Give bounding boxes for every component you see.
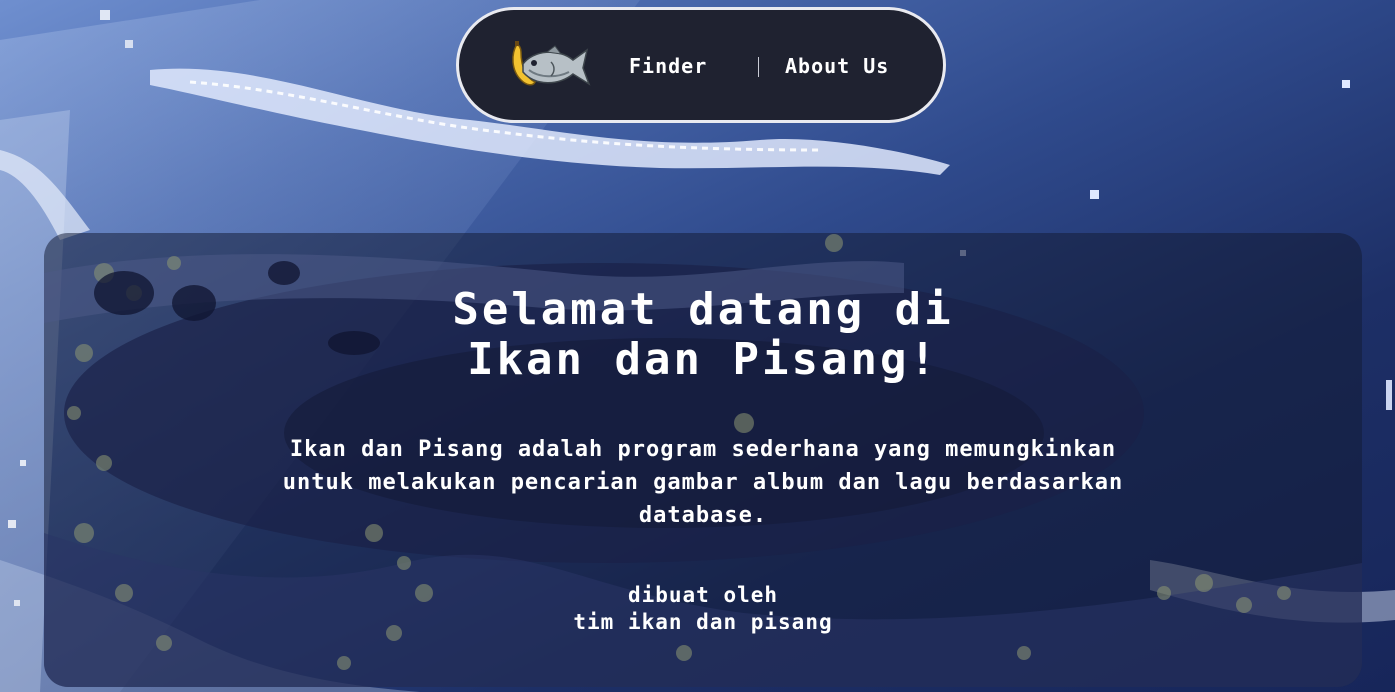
description-line-3: database. <box>638 503 768 528</box>
nav-link-finder[interactable]: Finder <box>629 53 707 79</box>
hero-card: Selamat datang di Ikan dan Pisang! Ikan … <box>44 233 1362 687</box>
top-nav: Finder About Us <box>456 7 946 123</box>
title-line-1: Selamat datang di <box>452 284 954 335</box>
credit-text: dibuat oleh tim ikan dan pisang <box>44 582 1362 636</box>
fish-banana-logo-icon[interactable] <box>507 40 591 96</box>
description-line-2: untuk melakukan pencarian gambar album d… <box>282 470 1124 495</box>
credit-line-1: dibuat oleh <box>627 583 779 607</box>
title-line-2: Ikan dan Pisang! <box>467 334 939 385</box>
credit-line-2: tim ikan dan pisang <box>573 610 833 634</box>
page-title: Selamat datang di Ikan dan Pisang! <box>44 285 1362 385</box>
hero-description: Ikan dan Pisang adalah program sederhana… <box>64 433 1342 532</box>
description-line-1: Ikan dan Pisang adalah program sederhana… <box>289 437 1117 462</box>
nav-divider <box>758 57 759 77</box>
nav-link-about-us[interactable]: About Us <box>785 53 889 79</box>
